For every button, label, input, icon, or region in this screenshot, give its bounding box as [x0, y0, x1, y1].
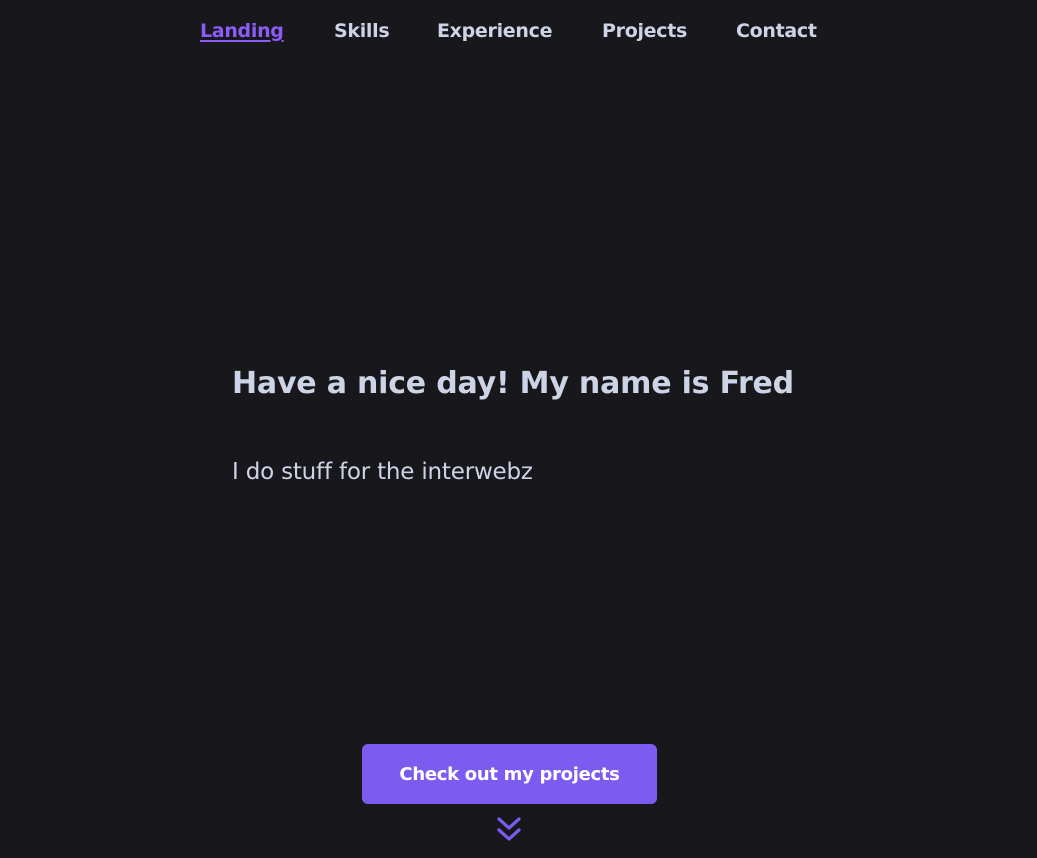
- nav-item-experience[interactable]: Experience: [437, 18, 552, 44]
- check-out-projects-button[interactable]: Check out my projects: [362, 744, 657, 804]
- double-chevron-down-icon[interactable]: [496, 816, 522, 844]
- top-navigation: Landing Skills Experience Projects Conta…: [0, 18, 1037, 46]
- hero-subtitle: I do stuff for the interwebz: [232, 459, 533, 485]
- landing-page: Landing Skills Experience Projects Conta…: [0, 0, 1037, 858]
- nav-item-skills[interactable]: Skills: [334, 18, 390, 44]
- nav-item-landing[interactable]: Landing: [200, 18, 284, 44]
- hero-title: Have a nice day! My name is Fred: [232, 366, 794, 401]
- nav-item-projects[interactable]: Projects: [602, 18, 687, 44]
- nav-item-contact[interactable]: Contact: [736, 18, 817, 44]
